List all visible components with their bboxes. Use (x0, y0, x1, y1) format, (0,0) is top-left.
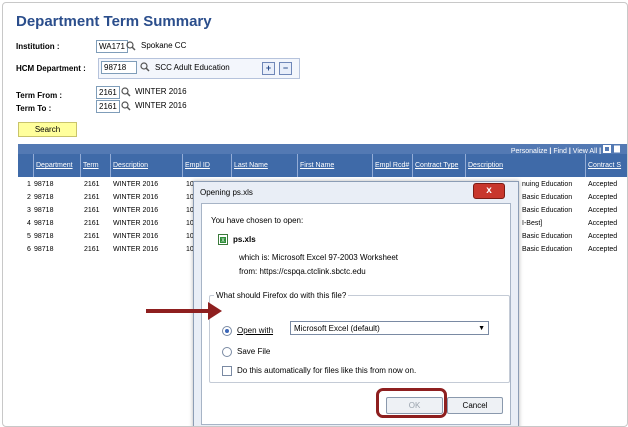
annotation-arrow-icon (146, 309, 214, 313)
open-file-dialog: Opening ps.xls x You have chosen to open… (193, 181, 519, 426)
row-term: 2161 (84, 246, 100, 253)
excel-file-icon: X (218, 234, 228, 245)
row-department: 98718 (34, 246, 54, 253)
delete-row-button[interactable]: − (279, 62, 292, 75)
hcm-department-input[interactable]: 98718 (101, 61, 137, 74)
institution-input[interactable]: WA171 (96, 40, 128, 53)
col-first-name[interactable]: First Name (298, 154, 373, 177)
file-type: which is: Microsoft Excel 97-2003 Worksh… (239, 253, 399, 262)
row-description-2: I-Best] (522, 220, 543, 227)
row-department: 98718 (34, 181, 54, 188)
row-description-2: Basic Education (522, 194, 573, 201)
institution-label: Institution : (16, 42, 60, 51)
row-number: 4 (27, 220, 31, 227)
row-description-2: Basic Education (522, 207, 573, 214)
ok-highlight-ring (376, 388, 447, 418)
col-contract-status[interactable]: Contract S (586, 154, 627, 177)
add-row-button[interactable]: + (262, 62, 275, 75)
chevron-down-icon: ▼ (478, 325, 485, 332)
row-department: 98718 (34, 207, 54, 214)
file-name: ps.xls (233, 235, 256, 244)
row-term: 2161 (84, 194, 100, 201)
col-department[interactable]: Department (34, 154, 81, 177)
search-button[interactable]: Search (18, 122, 77, 137)
col-empl-rcd[interactable]: Empl Rcd# (373, 154, 413, 177)
row-description: WINTER 2016 (113, 207, 159, 214)
row-description: WINTER 2016 (113, 246, 159, 253)
grid-header: Department Term Description Empl ID Last… (18, 154, 627, 177)
term-to-input[interactable]: 2161 (96, 100, 120, 113)
row-term: 2161 (84, 181, 100, 188)
term-from-lookup-icon[interactable] (121, 87, 131, 97)
row-description-2: Basic Education (522, 233, 573, 240)
annotation-arrow-head-icon (208, 302, 222, 320)
col-last-name[interactable]: Last Name (232, 154, 298, 177)
row-description: WINTER 2016 (113, 220, 159, 227)
row-description: WINTER 2016 (113, 233, 159, 240)
row-number: 3 (27, 207, 31, 214)
dialog-intro: You have chosen to open: (211, 216, 304, 225)
row-term: 2161 (84, 233, 100, 240)
row-status: Accepted (588, 233, 618, 240)
institution-desc: Spokane CC (141, 41, 187, 50)
col-rownum (18, 154, 34, 177)
cancel-button[interactable]: Cancel (447, 397, 503, 414)
term-from-input[interactable]: 2161 (96, 86, 120, 99)
row-status: Accepted (588, 207, 618, 214)
row-description: WINTER 2016 (113, 181, 159, 188)
row-term: 2161 (84, 207, 100, 214)
auto-checkbox-label[interactable]: Do this automatically for files like thi… (237, 366, 416, 375)
row-description-2: Basic Education (522, 246, 573, 253)
col-description[interactable]: Description (111, 154, 183, 177)
open-with-radio[interactable] (222, 326, 232, 336)
grid-toolbar: Personalize | Find | View All | (18, 144, 627, 155)
open-with-value: Microsoft Excel (default) (294, 324, 380, 333)
row-department: 98718 (34, 194, 54, 201)
row-number: 2 (27, 194, 31, 201)
row-department: 98718 (34, 220, 54, 227)
term-to-desc: WINTER 2016 (135, 101, 187, 110)
term-from-label: Term From : (16, 91, 63, 100)
row-description: WINTER 2016 (113, 194, 159, 201)
term-to-lookup-icon[interactable] (121, 101, 131, 111)
row-status: Accepted (588, 194, 618, 201)
institution-lookup-icon[interactable] (126, 41, 136, 51)
svg-text:X: X (221, 238, 225, 244)
hcm-lookup-icon[interactable] (140, 62, 150, 72)
row-term: 2161 (84, 220, 100, 227)
row-status: Accepted (588, 220, 618, 227)
row-department: 98718 (34, 233, 54, 240)
dialog-body: You have chosen to open: X ps.xls which … (201, 203, 511, 425)
row-number: 6 (27, 246, 31, 253)
download-icon[interactable] (603, 145, 612, 153)
term-to-label: Term To : (16, 104, 52, 113)
open-with-select[interactable]: Microsoft Excel (default) ▼ (290, 321, 489, 335)
col-empl-id[interactable]: Empl ID (183, 154, 232, 177)
page-title: Department Term Summary (16, 13, 212, 30)
col-contract-type[interactable]: Contract Type (413, 154, 466, 177)
hcm-department-desc: SCC Adult Education (155, 63, 230, 72)
dialog-title: Opening ps.xls (200, 188, 253, 197)
term-from-desc: WINTER 2016 (135, 87, 187, 96)
zoom-icon[interactable] (613, 145, 621, 153)
save-file-label[interactable]: Save File (237, 347, 270, 356)
app-frame: Department Term Summary Institution : WA… (2, 2, 628, 427)
save-file-radio[interactable] (222, 347, 232, 357)
action-question: What should Firefox do with this file? (214, 291, 349, 300)
row-number: 5 (27, 233, 31, 240)
row-number: 1 (27, 181, 31, 188)
hcm-department-label: HCM Department : (16, 64, 86, 73)
row-description-2: nuing Education (522, 181, 573, 188)
row-status: Accepted (588, 181, 618, 188)
col-term[interactable]: Term (81, 154, 111, 177)
open-with-label[interactable]: Open with (237, 326, 273, 335)
auto-checkbox[interactable] (222, 366, 232, 376)
col-description-2[interactable]: Description (466, 154, 586, 177)
file-source: from: https://cspqa.ctclink.sbctc.edu (239, 267, 366, 276)
close-button[interactable]: x (473, 183, 505, 199)
row-status: Accepted (588, 246, 618, 253)
